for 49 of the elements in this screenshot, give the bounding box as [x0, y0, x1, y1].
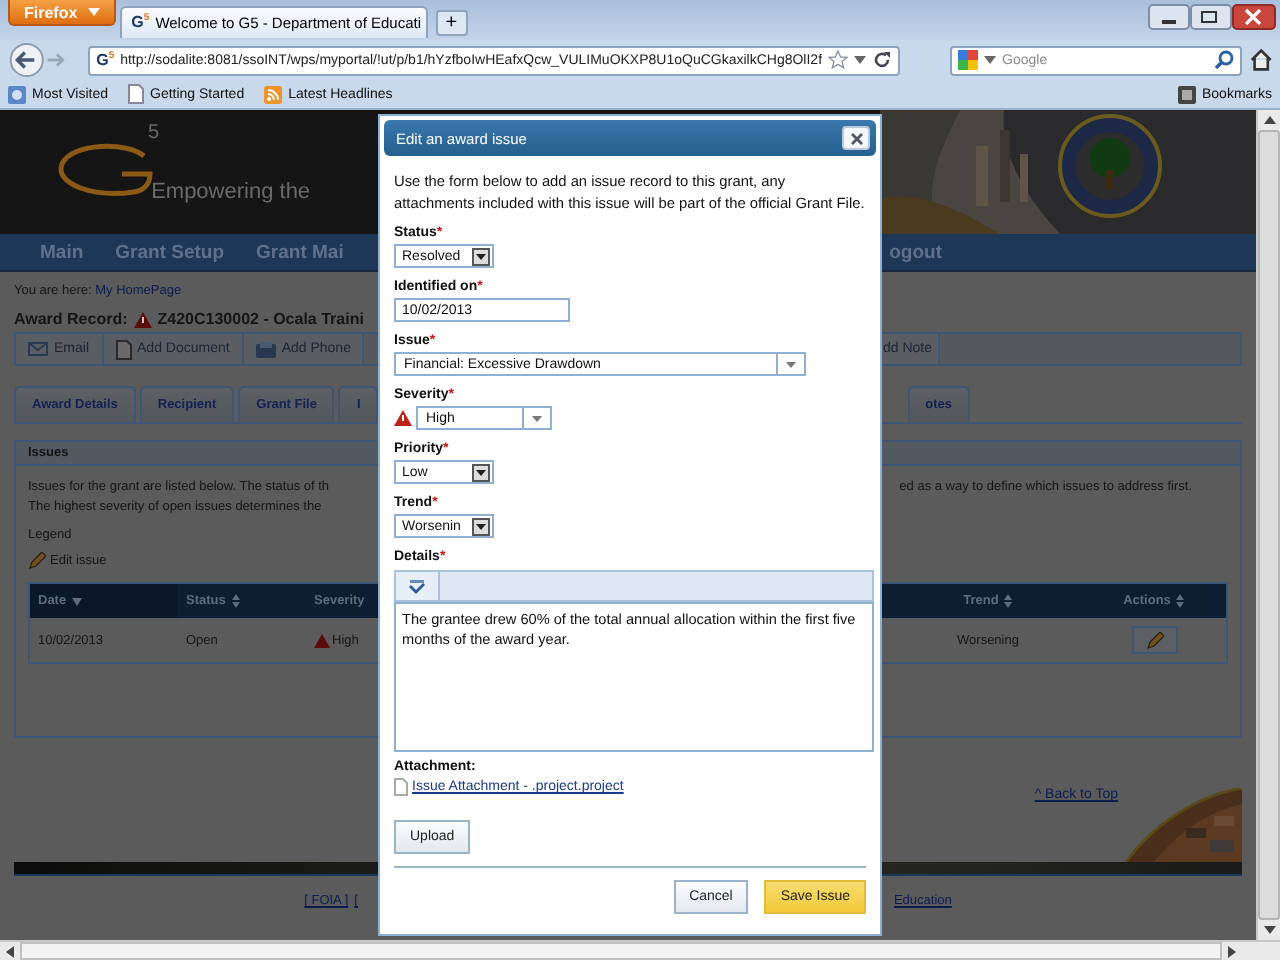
phone-icon [255, 341, 276, 357]
file-icon [394, 778, 408, 796]
vertical-scrollbar[interactable] [1256, 110, 1280, 940]
firefox-menu-button[interactable]: Firefox [8, 0, 116, 26]
scroll-left-icon[interactable] [6, 945, 14, 957]
site-favicon: G$^{5}$ [131, 14, 150, 32]
close-icon [849, 131, 863, 145]
bookmark-icon [8, 85, 26, 103]
dropdown-arrow-icon [476, 523, 486, 529]
scroll-up-icon[interactable] [1263, 116, 1275, 124]
record-label: Award Record: [14, 310, 128, 328]
logo-digit: 5 [148, 122, 160, 144]
reload-icon[interactable] [872, 50, 893, 70]
caret-icon [87, 8, 100, 16]
window-controls-icon[interactable] [1148, 4, 1276, 32]
pencil-icon [28, 552, 46, 570]
edit-button[interactable] [1131, 626, 1177, 654]
spellcheck-button[interactable] [396, 572, 440, 600]
spellcheck-icon [408, 579, 426, 593]
scroll-down-icon[interactable] [1263, 926, 1275, 934]
nav-menu-item[interactable]: Main [40, 241, 84, 263]
nav-menu-item[interactable]: Grant Mai [256, 241, 344, 263]
nav-menu-item[interactable]: Grant Setup [115, 241, 225, 263]
warning-icon [133, 311, 152, 327]
tagline: Empowering the [151, 180, 311, 204]
dropdown-arrow-icon [476, 253, 486, 259]
dropdown-icon[interactable] [854, 56, 867, 64]
search-icon[interactable] [1213, 50, 1234, 70]
page-icon [128, 84, 144, 104]
bookmarks-icon [1177, 85, 1196, 103]
site-favicon: G$^{5}$ [96, 51, 115, 69]
envelope-icon [28, 342, 48, 356]
dropdown-icon[interactable] [984, 56, 997, 64]
record-title: Z420C130002 - Ocala Traini [157, 310, 364, 328]
horizontal-scrollbar[interactable] [0, 940, 1280, 960]
document-icon [115, 339, 132, 359]
scroll-right-icon[interactable] [1228, 945, 1236, 957]
pencil-icon [1145, 631, 1163, 649]
star-icon[interactable] [828, 50, 849, 70]
close-button[interactable] [842, 126, 870, 150]
home-icon[interactable] [1247, 46, 1274, 74]
dropdown-arrow-icon [476, 469, 486, 475]
warning-icon [314, 633, 330, 647]
nav-menu-item[interactable]: ogout [889, 241, 942, 263]
dropdown-arrow-icon [786, 361, 796, 367]
search-engine-icon [958, 50, 979, 70]
dropdown-arrow-icon [532, 415, 542, 421]
new-tab-button[interactable]: + [435, 10, 468, 36]
rss-feed-icon [264, 85, 283, 103]
